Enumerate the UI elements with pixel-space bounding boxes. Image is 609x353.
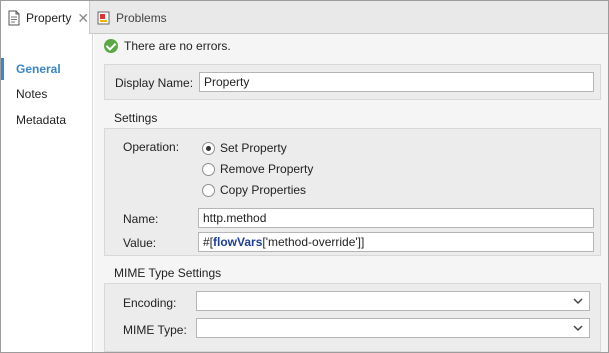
sidebar-item-notes[interactable]: Notes	[1, 83, 92, 105]
chevron-down-icon	[573, 298, 583, 305]
problems-icon	[97, 10, 111, 26]
mime-type-select[interactable]	[196, 318, 590, 338]
sidebar-item-label: Notes	[16, 87, 48, 101]
main-panel: There are no errors. Display Name: Setti…	[94, 34, 608, 352]
close-icon[interactable]: ✕	[77, 11, 89, 25]
tab-property-label: Property	[26, 11, 72, 25]
radio-button[interactable]	[202, 162, 215, 176]
radio-set-property[interactable]: Set Property	[202, 141, 287, 155]
sidebar-item-general[interactable]: General	[1, 58, 92, 80]
document-icon	[7, 10, 21, 26]
tab-problems[interactable]: Problems	[91, 1, 211, 34]
display-name-section: Display Name:	[104, 64, 601, 100]
name-input[interactable]	[198, 208, 594, 228]
operation-label: Operation:	[123, 140, 180, 154]
expr-keyword: flowVars	[213, 235, 263, 249]
radio-button[interactable]	[202, 141, 215, 155]
value-label: Value:	[123, 236, 157, 250]
encoding-select[interactable]	[196, 291, 590, 311]
status-text: There are no errors.	[124, 39, 231, 53]
tab-bar: Property ✕ Problems	[1, 1, 608, 35]
value-expression-input[interactable]: #[flowVars['method-override']]	[198, 232, 594, 252]
name-label: Name:	[123, 212, 159, 226]
tab-problems-label: Problems	[116, 10, 167, 25]
properties-window: Property ✕ Problems General Notes Metada…	[0, 0, 609, 353]
sidebar-item-metadata[interactable]: Metadata	[1, 109, 92, 131]
expr-prefix: #[	[203, 235, 214, 249]
display-name-label: Display Name:	[115, 76, 194, 90]
tab-property[interactable]: Property ✕	[1, 1, 90, 35]
radio-label: Set Property	[220, 141, 287, 155]
settings-title: Settings	[114, 111, 158, 125]
status-message: There are no errors.	[104, 39, 231, 53]
sidebar: General Notes Metadata	[1, 34, 93, 352]
sidebar-item-label: Metadata	[16, 113, 67, 127]
radio-label: Copy Properties	[220, 183, 307, 197]
mime-settings-title: MIME Type Settings	[114, 266, 222, 280]
expr-suffix: ['method-override']]	[262, 235, 365, 249]
radio-remove-property[interactable]: Remove Property	[202, 162, 313, 176]
settings-section: Operation: Set Property Remove Property …	[104, 128, 601, 256]
chevron-down-icon	[573, 325, 583, 332]
mime-section: Encoding: MIME Type:	[104, 283, 601, 352]
display-name-input[interactable]	[199, 72, 594, 92]
mime-type-label: MIME Type:	[123, 323, 187, 337]
radio-label: Remove Property	[220, 162, 314, 176]
encoding-label: Encoding:	[123, 296, 177, 310]
check-circle-icon	[104, 39, 118, 53]
radio-button[interactable]	[202, 183, 215, 197]
sidebar-item-label: General	[16, 62, 61, 76]
radio-copy-properties[interactable]: Copy Properties	[202, 183, 306, 197]
